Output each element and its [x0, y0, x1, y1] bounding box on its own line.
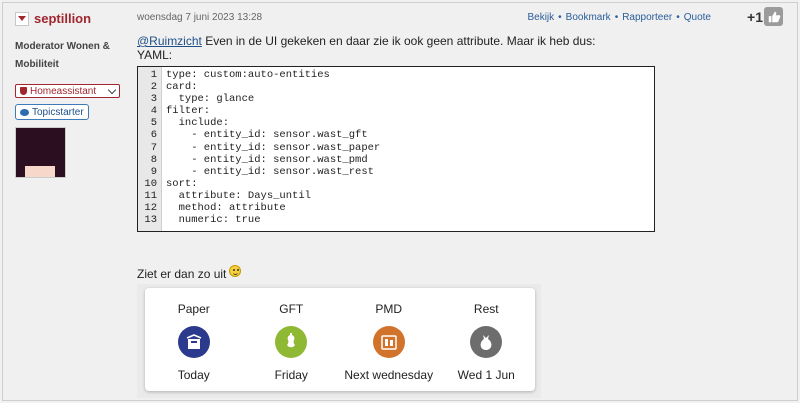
- code-line: sort:: [166, 177, 198, 190]
- entity-state: Today: [177, 368, 210, 382]
- entity-name: Rest: [473, 302, 499, 316]
- code-line: - entity_id: sensor.wast_gft: [166, 129, 368, 142]
- code-line-number: 11: [144, 189, 157, 202]
- post-container: septillion Moderator Wonen & Mobiliteit …: [2, 2, 798, 401]
- code-line-number: 6: [150, 129, 157, 142]
- code-line: card:: [166, 81, 198, 94]
- entity-name: GFT: [279, 302, 304, 316]
- user-role: Moderator Wonen & Mobiliteit: [15, 41, 110, 70]
- post-text: Even in de UI gekeken en daar zie ik ook…: [201, 34, 596, 48]
- glance-entity-rest[interactable]: Rest Wed 1 Jun: [438, 288, 536, 391]
- code-line-number: 9: [150, 165, 157, 178]
- code-content: type: custom:auto-entities card: type: gl…: [162, 67, 380, 231]
- entity-name: Paper: [177, 302, 210, 316]
- glance-entity-paper[interactable]: Paper Today: [145, 288, 243, 391]
- thumbs-up-icon: [768, 11, 780, 22]
- result-caption: Ziet er dan zo uit: [137, 265, 242, 281]
- code-line-number: 5: [150, 117, 157, 130]
- action-report-link[interactable]: Rapporteer: [622, 12, 672, 23]
- chevron-down-icon: [107, 85, 117, 94]
- code-line: - entity_id: sensor.wast_rest: [166, 165, 374, 178]
- topicstarter-badge: Topicstarter: [15, 104, 89, 120]
- paper-bin-icon: [177, 326, 210, 358]
- code-line: method: attribute: [166, 202, 286, 215]
- code-line-number: 7: [150, 141, 157, 154]
- code-line-number: 10: [144, 177, 157, 190]
- post-actions: Bekijk • Bookmark • Rapporteer • Quote: [527, 12, 711, 23]
- post-date: woensdag 7 juni 2023 13:28: [137, 12, 263, 23]
- code-line: numeric: true: [166, 214, 261, 227]
- avatar[interactable]: [15, 127, 66, 178]
- code-line-number: 1: [150, 69, 157, 81]
- pmd-bin-icon: [372, 326, 405, 358]
- organic-bin-icon: [275, 326, 308, 358]
- topicstarter-label: Topicstarter: [32, 106, 84, 118]
- embedded-screenshot: Paper Today GFT Friday PMD Next wednesda…: [137, 284, 541, 398]
- code-line: attribute: Days_until: [166, 189, 311, 202]
- code-line-numbers: 1 2 3 4 5 6 7 8 9 10 11 12 13: [138, 67, 162, 231]
- code-line-number: 13: [144, 214, 157, 227]
- code-line: filter:: [166, 105, 211, 118]
- score: +1: [747, 9, 763, 25]
- code-line: - entity_id: sensor.wast_pmd: [166, 153, 368, 166]
- entity-state: Wed 1 Jun: [457, 368, 515, 382]
- action-quote-link[interactable]: Quote: [684, 12, 711, 23]
- code-line-number: 8: [150, 153, 157, 166]
- shield-icon: [20, 87, 27, 95]
- thumbs-up-button[interactable]: [764, 7, 783, 26]
- code-line-number: 2: [150, 81, 157, 94]
- smiley-icon: [229, 265, 242, 277]
- user-mention-link[interactable]: @Ruimzicht: [137, 34, 202, 48]
- action-view-link[interactable]: Bekijk: [527, 12, 554, 23]
- user-dropdown-icon[interactable]: [15, 11, 29, 26]
- code-line: type: custom:auto-entities: [166, 69, 330, 81]
- entity-state: Friday: [274, 368, 308, 382]
- group-badge-label: Homeassistant: [30, 85, 97, 97]
- code-block: 1 2 3 4 5 6 7 8 9 10 11 12 13 type: custom:auto-enti…: [137, 66, 655, 232]
- code-line: include:: [166, 117, 230, 130]
- glance-entity-pmd[interactable]: PMD Next wednesday: [340, 288, 438, 391]
- result-text: Ziet er dan zo uit: [137, 267, 227, 281]
- post-body: @Ruimzicht Even in de UI gekeken en daar…: [137, 34, 595, 62]
- entity-state: Next wednesday: [344, 368, 434, 382]
- username[interactable]: septillion: [34, 11, 91, 26]
- code-line-number: 4: [150, 105, 157, 118]
- post-header: woensdag 7 juni 2023 13:28 Bekijk • Bookma…: [137, 7, 791, 26]
- speech-bubble-icon: [20, 108, 29, 116]
- code-line-number: 3: [150, 93, 157, 106]
- entity-name: PMD: [375, 302, 403, 316]
- code-line: type: glance: [166, 93, 255, 106]
- avatar-face: [25, 166, 55, 177]
- group-badge-select[interactable]: Homeassistant: [15, 84, 120, 98]
- code-line-number: 12: [144, 202, 157, 215]
- glance-entity-gft[interactable]: GFT Friday: [243, 288, 341, 391]
- code-line: - entity_id: sensor.wast_paper: [166, 141, 381, 154]
- action-bookmark-link[interactable]: Bookmark: [566, 12, 611, 23]
- glance-card: Paper Today GFT Friday PMD Next wednesda…: [145, 288, 535, 391]
- user-info: septillion Moderator Wonen & Mobiliteit …: [15, 11, 125, 178]
- rest-bag-icon: [470, 326, 503, 358]
- yaml-label: YAML:: [137, 48, 173, 62]
